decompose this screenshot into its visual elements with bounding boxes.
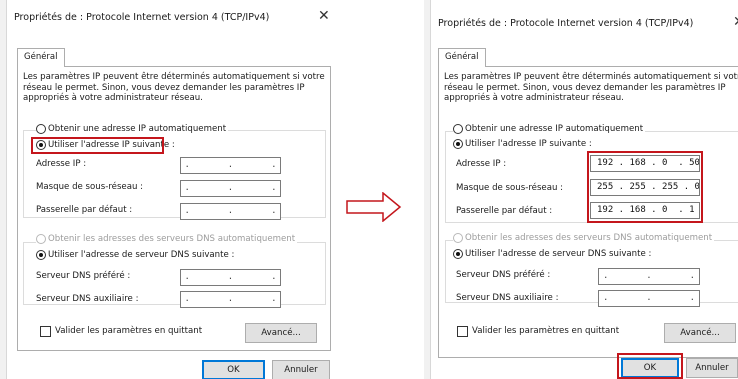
arrow-right-icon <box>346 192 402 222</box>
label-subnet-mask: Masque de sous-réseau : <box>456 183 564 193</box>
label-ip-address: Adresse IP : <box>456 159 507 169</box>
label-dns-preferred: Serveur DNS préféré : <box>456 270 551 280</box>
radio-button[interactable] <box>36 124 46 134</box>
dialog-title: Propriétés de : Protocole Internet versi… <box>14 12 270 23</box>
radio-auto-dns: Obtenir les adresses des serveurs DNS au… <box>36 234 298 244</box>
cancel-button[interactable]: Annuler <box>686 358 738 378</box>
ip-address-field[interactable]: . . . <box>180 157 281 174</box>
close-icon[interactable]: ✕ <box>318 9 330 23</box>
label-gateway: Passerelle par défaut : <box>456 206 553 216</box>
cancel-button[interactable]: Annuler <box>272 360 330 379</box>
radio-auto-ip[interactable]: Obtenir une adresse IP automatiquement <box>36 124 229 134</box>
validate-checkbox[interactable] <box>40 326 51 337</box>
radio-button[interactable] <box>453 249 463 259</box>
radio-manual-ip-label: Utiliser l'adresse IP suivante : <box>465 139 592 149</box>
tab-general[interactable]: Général <box>17 48 65 67</box>
radio-auto-ip-label: Obtenir une adresse IP automatiquement <box>465 124 644 134</box>
validate-checkbox-label: Valider les paramètres en quittant <box>55 326 203 336</box>
advanced-button[interactable]: Avancé... <box>245 323 317 343</box>
radio-button <box>453 233 463 243</box>
highlight-box <box>587 151 703 223</box>
radio-manual-dns-label: Utiliser l'adresse de serveur DNS suivan… <box>48 250 235 260</box>
highlight-box <box>617 353 683 379</box>
radio-manual-dns[interactable]: Utiliser l'adresse de serveur DNS suivan… <box>453 249 652 259</box>
label-dns-preferred: Serveur DNS préféré : <box>36 271 131 281</box>
description-text: Les paramètres IP peuvent être déterminé… <box>444 72 738 103</box>
radio-button[interactable] <box>453 124 463 134</box>
label-dns-auxiliary: Serveur DNS auxiliaire : <box>36 294 139 304</box>
highlight-box <box>31 137 164 154</box>
radio-manual-dns-label: Utiliser l'adresse de serveur DNS suivan… <box>465 249 652 259</box>
close-icon[interactable]: ✕ <box>733 15 738 29</box>
dns-preferred-field[interactable]: . . . <box>180 269 281 286</box>
radio-manual-ip[interactable]: Utiliser l'adresse IP suivante : <box>453 139 592 149</box>
window-edge <box>424 0 431 379</box>
ok-button[interactable]: OK <box>202 360 265 379</box>
label-gateway: Passerelle par défaut : <box>36 205 133 215</box>
dialog-before: Propriétés de : Protocole Internet versi… <box>0 0 335 379</box>
dns-auxiliary-field[interactable]: . . . <box>180 291 281 308</box>
description-text: Les paramètres IP peuvent être déterminé… <box>23 72 325 103</box>
gateway-field[interactable]: . . . <box>180 203 281 220</box>
validate-checkbox-label: Valider les paramètres en quittant <box>472 326 620 336</box>
radio-auto-dns: Obtenir les adresses des serveurs DNS au… <box>453 233 715 243</box>
radio-auto-ip[interactable]: Obtenir une adresse IP automatiquement <box>453 124 646 134</box>
label-dns-auxiliary: Serveur DNS auxiliaire : <box>456 293 559 303</box>
radio-button <box>36 234 46 244</box>
label-subnet-mask: Masque de sous-réseau : <box>36 182 144 192</box>
label-ip-address: Adresse IP : <box>36 159 87 169</box>
advanced-button[interactable]: Avancé... <box>664 323 736 343</box>
dns-auxiliary-field[interactable]: . . . <box>598 290 700 307</box>
dialog-title: Propriétés de : Protocole Internet versi… <box>438 18 694 29</box>
dialog-after: Propriétés de : Protocole Internet versi… <box>424 0 738 379</box>
radio-button[interactable] <box>453 139 463 149</box>
tab-general[interactable]: Général <box>438 48 486 67</box>
subnet-mask-field[interactable]: . . . <box>180 180 281 197</box>
radio-manual-dns[interactable]: Utiliser l'adresse de serveur DNS suivan… <box>36 250 235 260</box>
radio-auto-dns-label: Obtenir les adresses des serveurs DNS au… <box>465 233 713 243</box>
radio-auto-dns-label: Obtenir les adresses des serveurs DNS au… <box>48 234 296 244</box>
radio-button[interactable] <box>36 250 46 260</box>
dns-preferred-field[interactable]: . . . <box>598 268 700 285</box>
window-edge <box>0 0 7 379</box>
validate-checkbox[interactable] <box>457 326 468 337</box>
radio-auto-ip-label: Obtenir une adresse IP automatiquement <box>48 124 227 134</box>
